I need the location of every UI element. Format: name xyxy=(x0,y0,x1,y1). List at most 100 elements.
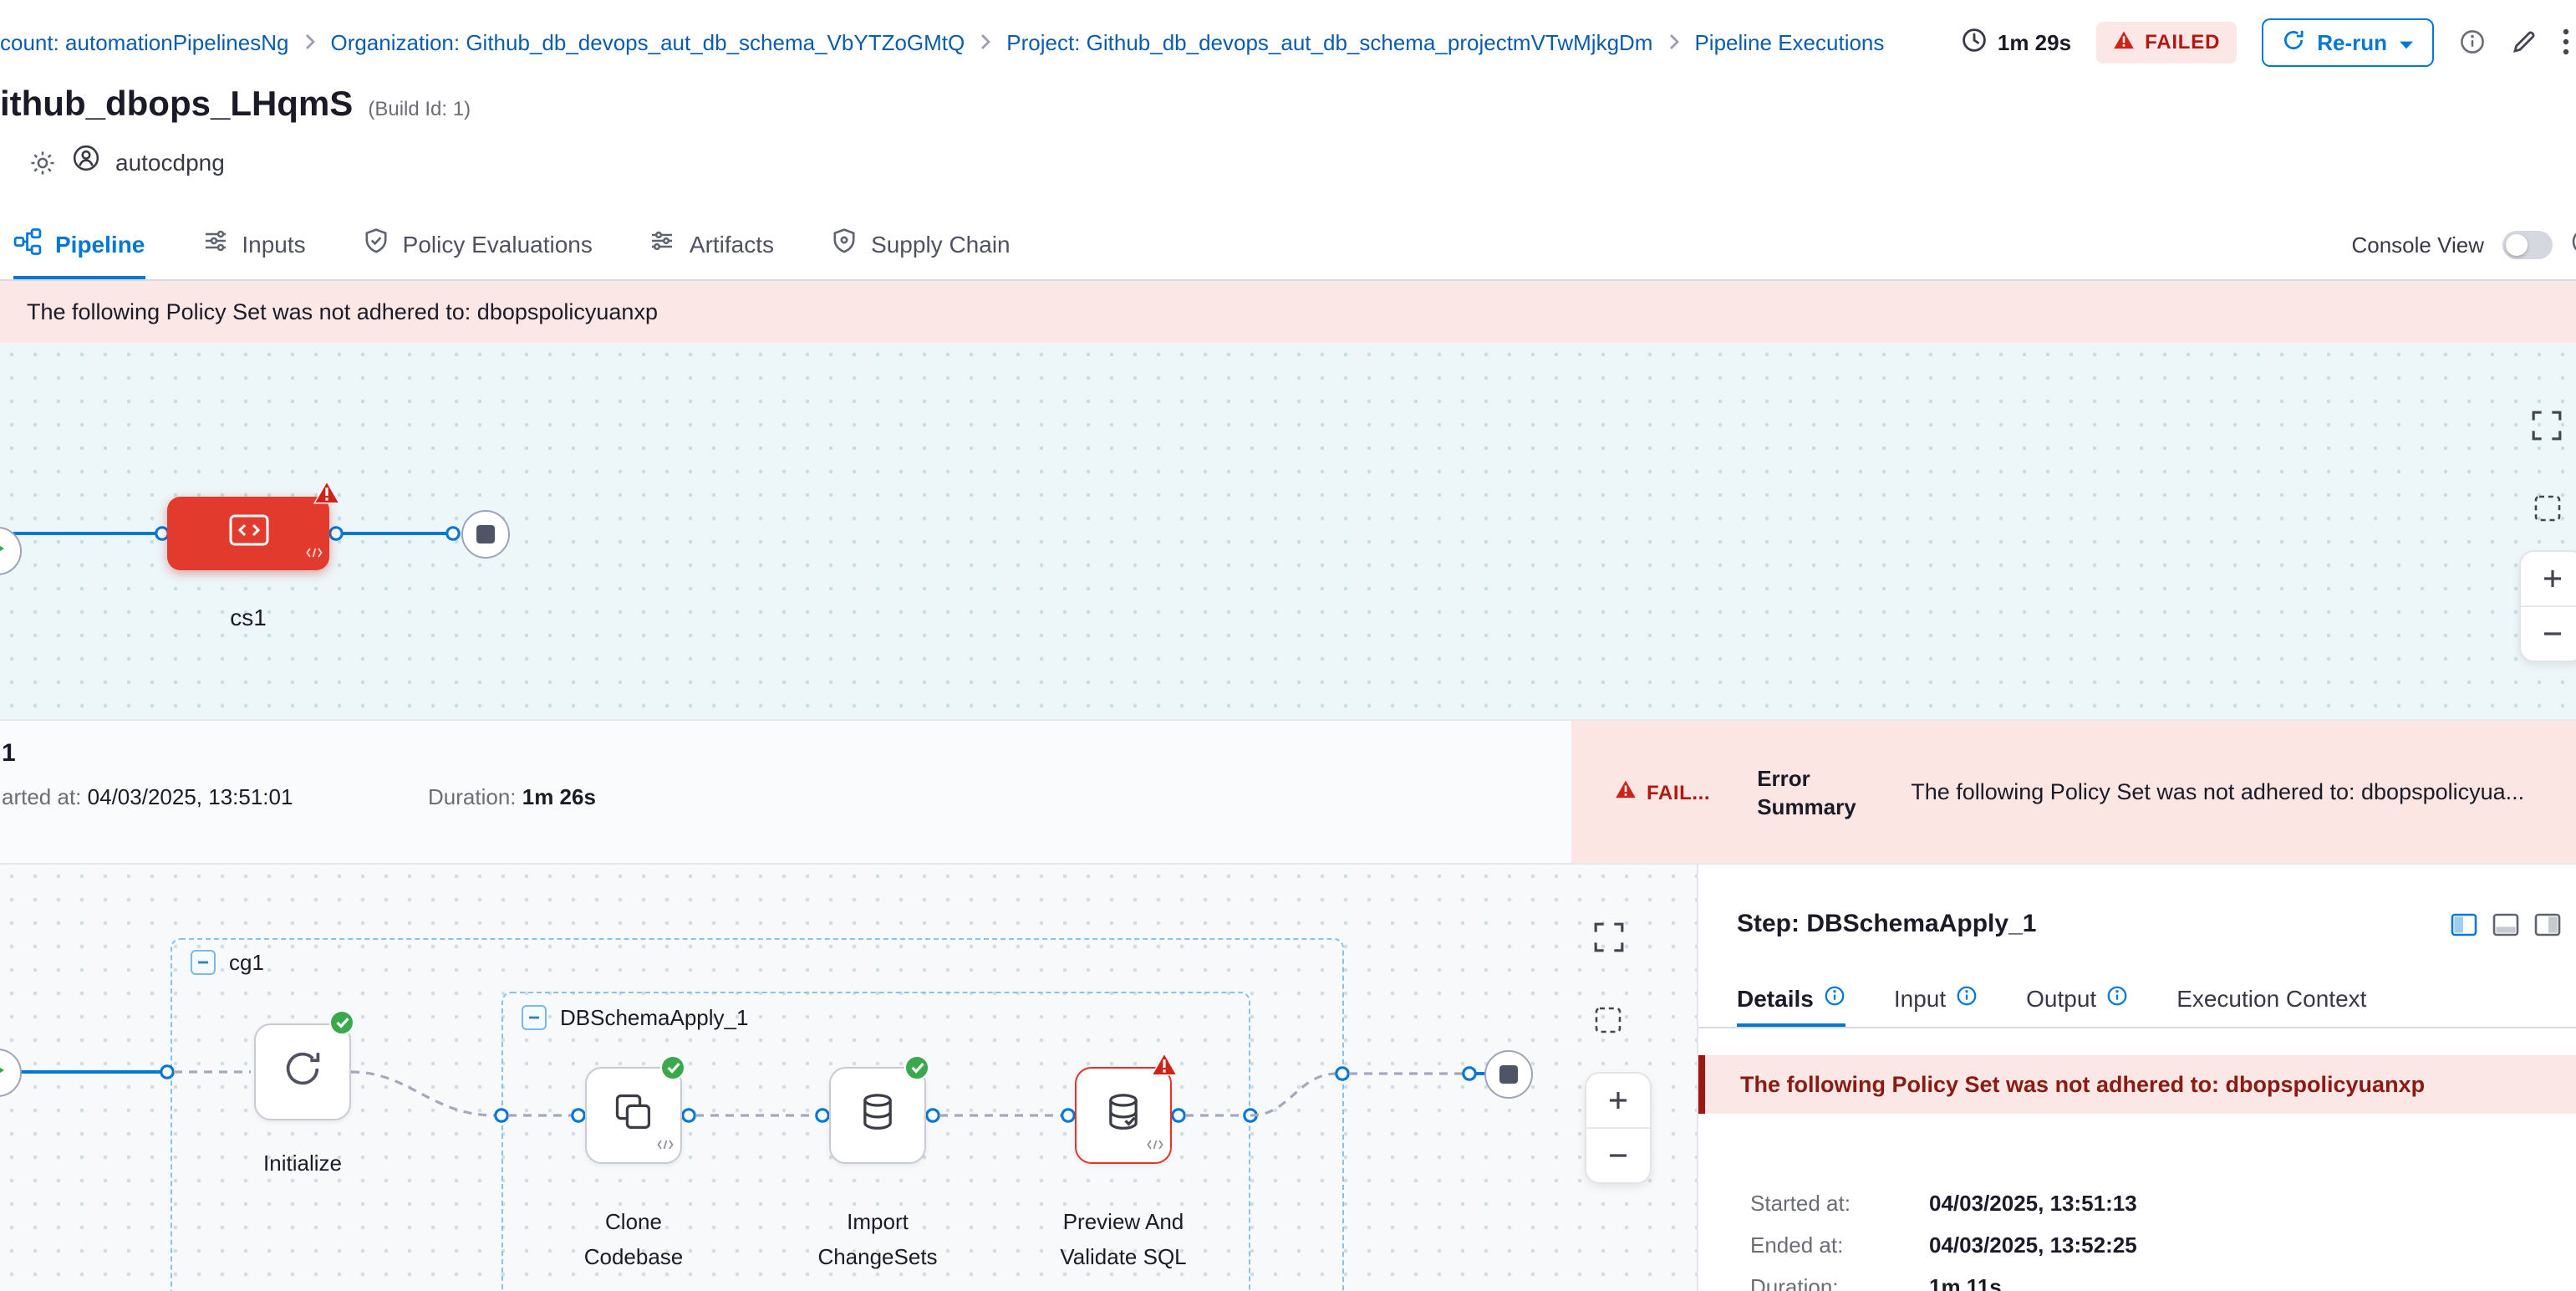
title-row: ithub_dbops_LHqmS (Build Id: 1) xyxy=(0,80,471,130)
detail-label: Ended at: xyxy=(1750,1232,1929,1258)
edit-pencil-icon[interactable] xyxy=(2511,28,2538,55)
toggle-knob xyxy=(2506,234,2528,256)
step-details-title: Step: DBSchemaApply_1 xyxy=(1737,910,2036,938)
zoom-out-button[interactable] xyxy=(1586,1129,1650,1182)
clock-icon xyxy=(1961,26,1988,58)
breadcrumb-pipeline-executions[interactable]: Pipeline Executions xyxy=(1694,29,1884,54)
info-icon xyxy=(2106,984,2128,1011)
tab-input[interactable]: Input xyxy=(1894,972,1978,1027)
code-glyph-icon xyxy=(306,537,323,567)
clone-icon xyxy=(612,1089,655,1141)
zoom-controls xyxy=(2519,550,2576,662)
trigger-user: autocdpng xyxy=(115,149,225,176)
step-error-banner: The following Policy Set was not adhered… xyxy=(1698,1055,2576,1114)
pipeline-graph: cs1 xyxy=(0,343,2576,719)
started-label: arted at: xyxy=(2,784,81,809)
caret-down-icon xyxy=(2399,29,2414,54)
selection-icon[interactable] xyxy=(1593,1005,1623,1044)
chevron-right-icon xyxy=(303,33,315,50)
layout-bottom-icon[interactable] xyxy=(2492,911,2519,947)
zoom-out-button[interactable] xyxy=(2521,607,2576,661)
tab-pipeline[interactable]: Pipeline xyxy=(13,211,145,279)
breadcrumb-project[interactable]: Project: Github_db_devops_aut_db_schema_… xyxy=(1006,29,1652,54)
success-check-icon xyxy=(660,1055,685,1080)
rerun-button[interactable]: Re-run xyxy=(2262,18,2434,66)
tab-policy-evaluations[interactable]: Policy Evaluations xyxy=(363,211,593,279)
sync-icon xyxy=(281,1046,324,1098)
fullscreen-icon[interactable] xyxy=(1593,921,1625,962)
detail-label: Duration: xyxy=(1750,1274,1929,1291)
started-value: 04/03/2025, 13:51:01 xyxy=(88,784,293,809)
duration-label: Duration: xyxy=(428,784,517,809)
refresh-icon xyxy=(2282,28,2305,56)
tab-output-label: Output xyxy=(2026,984,2096,1011)
step-label-import-changesets: Import ChangeSets xyxy=(802,1204,953,1274)
duration-value: 1m 26s xyxy=(522,784,596,809)
step-node-initialize[interactable] xyxy=(254,1023,351,1120)
tab-supply-chain-label: Supply Chain xyxy=(871,230,1011,257)
breadcrumb-organization[interactable]: Organization: Github_db_devops_aut_db_sc… xyxy=(330,29,965,54)
warning-triangle-icon xyxy=(1150,1052,1179,1085)
tab-execution-context[interactable]: Execution Context xyxy=(2176,972,2366,1027)
build-id: (Build Id: 1) xyxy=(368,96,471,120)
step-node-import-changesets[interactable] xyxy=(829,1067,926,1164)
execution-end-node xyxy=(1484,1050,1533,1099)
play-icon xyxy=(0,536,7,566)
console-view-toggle[interactable] xyxy=(2502,231,2553,259)
zoom-in-button[interactable] xyxy=(2521,552,2576,605)
code-glyph-icon xyxy=(1147,1129,1163,1159)
tab-inputs[interactable]: Inputs xyxy=(201,211,305,279)
step-node-clone-codebase[interactable] xyxy=(585,1067,682,1164)
play-icon xyxy=(0,1058,7,1088)
detail-label: Started at: xyxy=(1750,1191,1929,1216)
chevron-right-icon xyxy=(980,33,991,50)
shield-icon xyxy=(831,227,858,259)
detail-value: 04/03/2025, 13:51:13 xyxy=(1929,1191,2137,1216)
panel-layout-controls xyxy=(2451,911,2576,947)
info-icon[interactable] xyxy=(2459,28,2486,55)
kebab-menu-icon[interactable] xyxy=(2563,28,2569,55)
tab-pipeline-label: Pipeline xyxy=(55,230,145,257)
step-error-text: The following Policy Set was not adhered… xyxy=(1740,1072,2425,1097)
stage-name: 1 xyxy=(2,739,16,768)
tab-artifacts[interactable]: Artifacts xyxy=(649,211,774,279)
selection-icon[interactable] xyxy=(2533,493,2563,532)
layout-right-icon[interactable] xyxy=(2534,911,2561,947)
stage-started: arted at: 04/03/2025, 13:51:01 xyxy=(2,784,293,809)
breadcrumb-account[interactable]: count: automationPipelinesNg xyxy=(0,29,288,54)
detail-value: 1m 11s xyxy=(1929,1274,2002,1291)
tab-inputs-label: Inputs xyxy=(242,230,305,257)
database-icon xyxy=(856,1089,899,1141)
error-summary-section: FAIL... Error Summary The following Poli… xyxy=(1571,721,2576,863)
step-details-panel: Step: DBSchemaApply_1 Details Input Outp… xyxy=(1697,865,2576,1291)
success-check-icon xyxy=(904,1055,929,1080)
stage-node-cs1[interactable] xyxy=(167,497,329,570)
fullscreen-icon[interactable] xyxy=(2531,410,2563,450)
layout-left-icon[interactable] xyxy=(2451,911,2477,947)
zoom-in-button[interactable] xyxy=(1586,1074,1650,1127)
gear-icon[interactable] xyxy=(28,148,57,176)
pipeline-icon xyxy=(13,227,42,260)
lower-section: cg1 DBSchemaApply_1 xyxy=(0,865,2576,1291)
user-avatar-icon xyxy=(72,144,100,181)
help-circle-icon[interactable] xyxy=(2571,227,2576,263)
tab-input-label: Input xyxy=(1894,984,1946,1011)
pipeline-execution-page: count: automationPipelinesNg Organizatio… xyxy=(0,0,2576,1291)
tab-output[interactable]: Output xyxy=(2026,972,2128,1027)
error-summary-text: The following Policy Set was not adhered… xyxy=(1911,779,2576,804)
step-label-clone-codebase: Clone Codebase xyxy=(560,1204,707,1274)
stage-step-icon xyxy=(227,511,270,556)
topbar-actions: 1m 29s FAILED Re-run xyxy=(1961,18,2576,66)
code-glyph-icon xyxy=(657,1129,674,1159)
stage-duration: Duration: 1m 26s xyxy=(428,784,596,809)
policy-violation-text: The following Policy Set was not adhered… xyxy=(27,299,658,324)
inputs-icon xyxy=(201,227,228,259)
meta-row: autocdpng xyxy=(0,140,225,184)
tab-supply-chain[interactable]: Supply Chain xyxy=(831,211,1011,279)
tab-artifacts-label: Artifacts xyxy=(690,230,774,257)
elapsed-time-value: 1m 29s xyxy=(1998,29,2071,54)
tab-details-label: Details xyxy=(1737,984,1814,1011)
tab-details[interactable]: Details xyxy=(1737,972,1845,1027)
tab-execution-context-label: Execution Context xyxy=(2176,984,2366,1011)
step-detail-rows: Started at: 04/03/2025, 13:51:13 Ended a… xyxy=(1750,1182,2559,1291)
